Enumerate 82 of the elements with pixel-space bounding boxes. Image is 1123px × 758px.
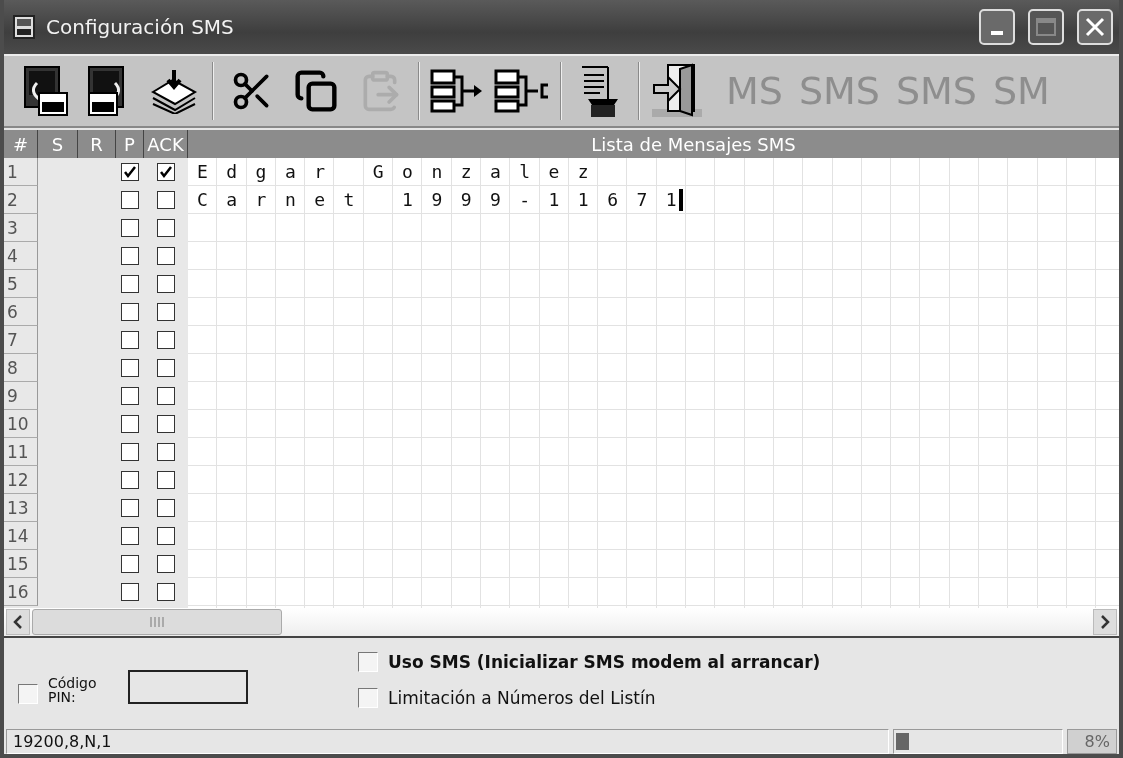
port-settings: 19200,8,N,1 <box>6 729 889 754</box>
progress-percent: 8% <box>1067 729 1117 754</box>
minimize-button[interactable] <box>979 9 1015 45</box>
checkbox[interactable] <box>157 443 175 461</box>
checkbox[interactable] <box>157 527 175 545</box>
checkbox[interactable] <box>121 415 139 433</box>
row-number: 16 <box>4 578 38 606</box>
row-number: 15 <box>4 550 38 578</box>
checkbox[interactable] <box>121 163 139 181</box>
pin-label: Código PIN: <box>48 676 98 704</box>
checkbox[interactable] <box>358 688 378 708</box>
checkbox[interactable] <box>121 387 139 405</box>
checkbox[interactable] <box>358 652 378 672</box>
close-icon <box>1085 17 1105 37</box>
computer-calculator-icon <box>23 65 69 117</box>
close-button[interactable] <box>1077 9 1113 45</box>
checkbox[interactable] <box>121 527 139 545</box>
message-text: Carnet 1999-11671 <box>196 189 696 211</box>
checkbox[interactable] <box>121 331 139 349</box>
checkbox[interactable] <box>157 219 175 237</box>
checkbox[interactable] <box>157 331 175 349</box>
checkbox[interactable] <box>121 499 139 517</box>
column-header: # <box>4 130 38 158</box>
column-header: P <box>116 130 144 158</box>
checkbox[interactable] <box>121 471 139 489</box>
chevron-left-icon <box>13 615 23 629</box>
checkbox[interactable] <box>157 499 175 517</box>
row-number: 5 <box>4 270 38 298</box>
checkbox[interactable] <box>157 303 175 321</box>
checkbox[interactable] <box>157 247 175 265</box>
checkbox[interactable] <box>121 583 139 601</box>
chevron-right-icon <box>1100 615 1110 629</box>
checkbox[interactable] <box>157 275 175 293</box>
column-header: ACK <box>144 130 188 158</box>
scroll-thumb[interactable] <box>32 609 282 635</box>
app-icon <box>12 15 36 39</box>
pin-field[interactable] <box>128 670 248 704</box>
row-number: 8 <box>4 354 38 382</box>
checkbox[interactable] <box>157 555 175 573</box>
option-label: Limitación a Números del Listín <box>388 688 656 708</box>
option-label: Uso SMS (Inicializar SMS modem al arrancar) <box>388 652 821 672</box>
row-number: 11 <box>4 438 38 466</box>
checkbox[interactable] <box>157 471 175 489</box>
scroll-right-button[interactable] <box>1093 609 1117 635</box>
checkbox[interactable] <box>121 219 139 237</box>
scroll-left-button[interactable] <box>6 609 30 635</box>
checkbox[interactable] <box>157 387 175 405</box>
column-header: S <box>38 130 78 158</box>
row-number: 13 <box>4 494 38 522</box>
minimize-icon <box>991 31 1003 35</box>
checkbox[interactable] <box>121 555 139 573</box>
remove-row-icon <box>494 67 550 115</box>
copy-icon <box>294 69 338 113</box>
message-text: Edgar Gonzalez <box>196 161 608 183</box>
checkbox[interactable] <box>121 275 139 293</box>
row-number: 12 <box>4 466 38 494</box>
column-header: R <box>78 130 116 158</box>
row-number: 2 <box>4 186 38 214</box>
checkbox[interactable] <box>157 163 175 181</box>
row-number: 14 <box>4 522 38 550</box>
checkbox[interactable] <box>121 303 139 321</box>
checkbox[interactable] <box>121 443 139 461</box>
column-header: Lista de Mensajes SMS <box>188 130 1119 158</box>
checkbox[interactable] <box>121 247 139 265</box>
row-number: 4 <box>4 242 38 270</box>
checkbox[interactable] <box>121 191 139 209</box>
window-title: Configuración SMS <box>46 15 235 39</box>
row-number: 10 <box>4 410 38 438</box>
checkbox[interactable] <box>157 415 175 433</box>
checkbox[interactable] <box>157 359 175 377</box>
row-number: 3 <box>4 214 38 242</box>
row-number: 6 <box>4 298 38 326</box>
row-number: 1 <box>4 158 38 186</box>
checkbox[interactable] <box>157 191 175 209</box>
row-number: 7 <box>4 326 38 354</box>
checkbox[interactable] <box>157 583 175 601</box>
maximize-icon <box>1036 18 1056 36</box>
checkbox[interactable] <box>18 684 38 704</box>
stacked-disks-icon <box>149 68 199 114</box>
checkbox[interactable] <box>121 359 139 377</box>
row-number: 9 <box>4 382 38 410</box>
grip-icon <box>150 617 164 627</box>
